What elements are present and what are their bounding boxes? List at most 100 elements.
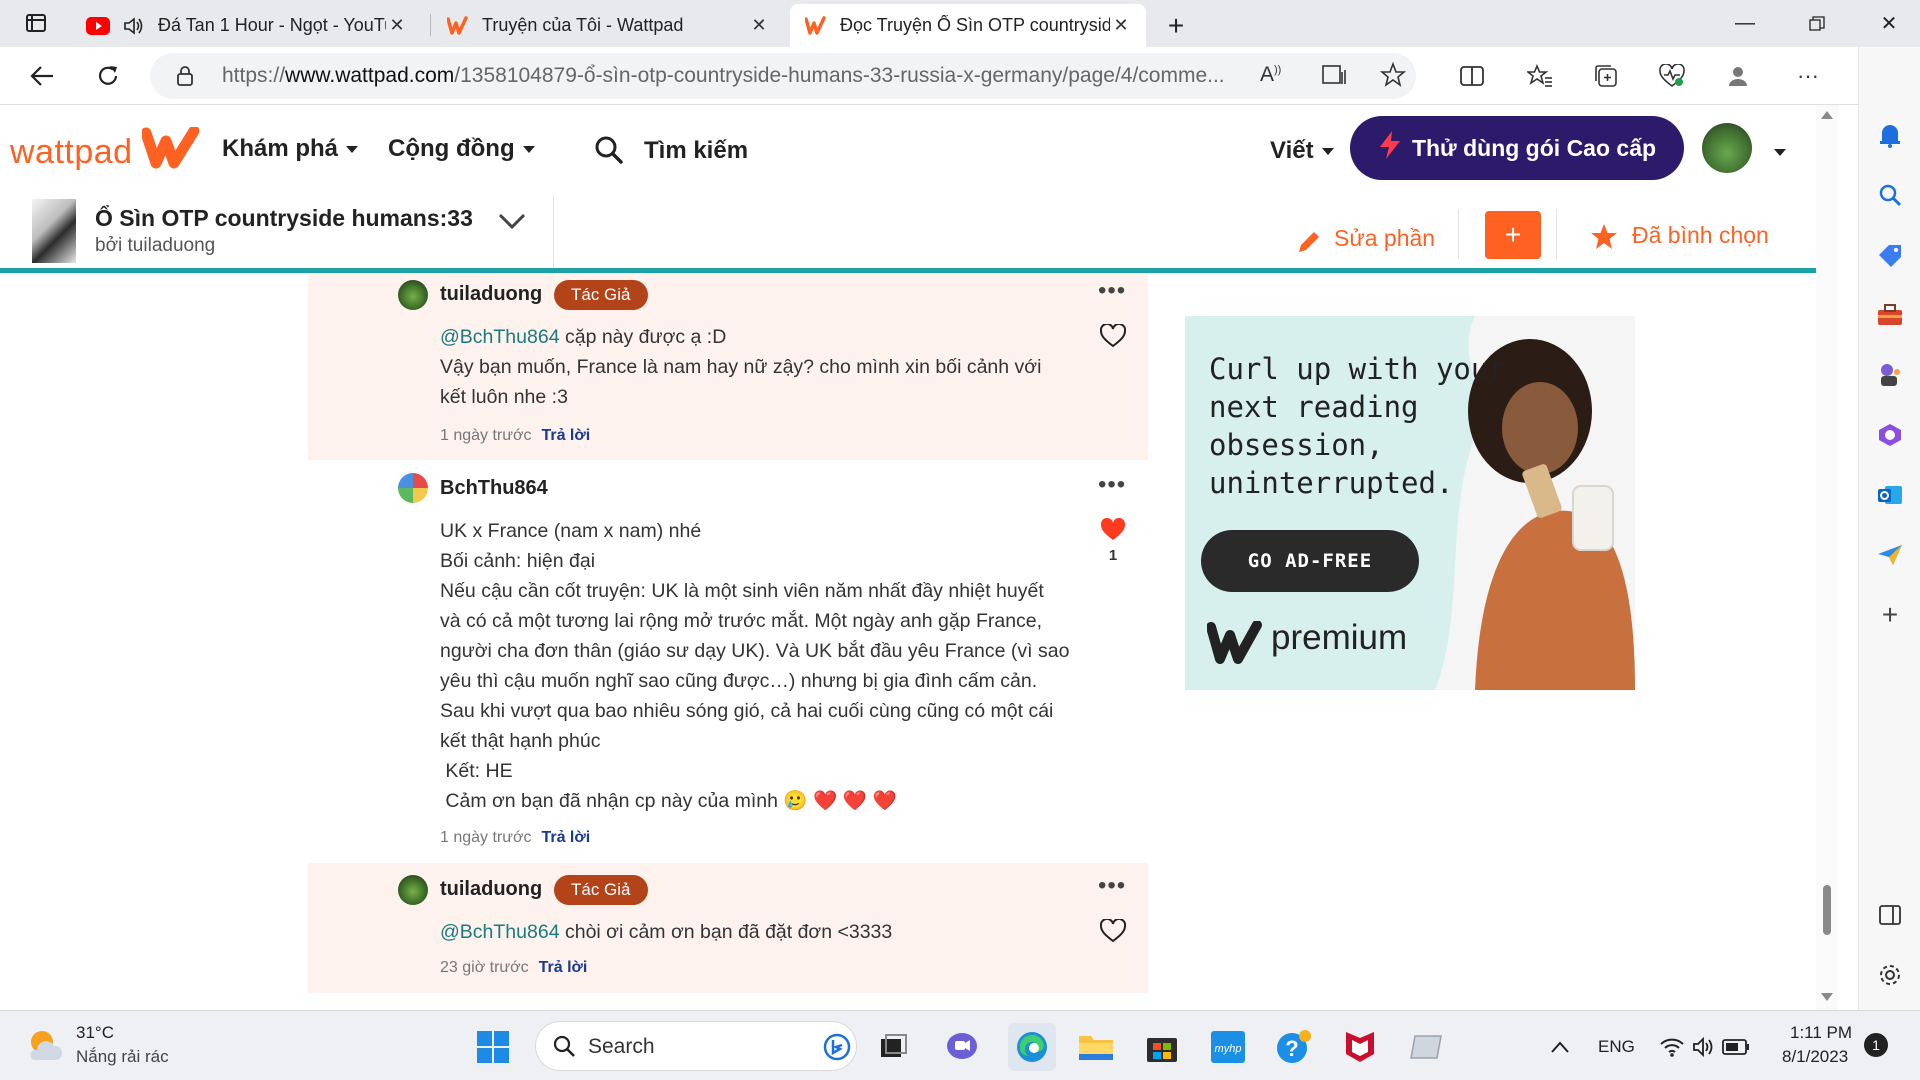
sidebar-toggle-icon[interactable] xyxy=(1874,899,1906,931)
bell-icon[interactable] xyxy=(1874,119,1906,151)
user-avatar[interactable] xyxy=(1702,123,1752,173)
wattpad-logo[interactable]: wattpad xyxy=(10,133,133,172)
profile-icon[interactable] xyxy=(1718,56,1758,96)
close-window-button[interactable]: ✕ xyxy=(1860,0,1918,47)
wattpad-w-icon[interactable] xyxy=(140,125,200,174)
tab-wattpad-my-stories[interactable]: Truyện của Tôi - Wattpad ✕ xyxy=(432,4,784,47)
close-icon[interactable]: ✕ xyxy=(1110,15,1132,36)
file-explorer-icon[interactable] xyxy=(1076,1027,1116,1067)
battery-icon[interactable] xyxy=(1716,1027,1756,1067)
comment-item: BchThu864 ••• UK x France (nam x nam) nh… xyxy=(308,460,1148,863)
comment-item: tuiladuong Tác Giả ••• @BchThu864 chòi ơ… xyxy=(308,863,1148,993)
close-icon[interactable]: ✕ xyxy=(748,15,770,36)
url-field[interactable]: https://www.wattpad.com/1358104879-ổ-sìn… xyxy=(150,53,1416,99)
lock-icon[interactable] xyxy=(176,65,194,92)
send-icon[interactable] xyxy=(1874,539,1906,571)
avatar[interactable] xyxy=(398,875,428,905)
notification-badge[interactable]: 1 xyxy=(1864,1033,1888,1057)
favorites-icon[interactable] xyxy=(1520,56,1560,96)
gear-icon[interactable] xyxy=(1874,959,1906,991)
scrollbar-thumb[interactable] xyxy=(1823,885,1831,935)
story-author[interactable]: bởi tuiladuong xyxy=(95,235,215,257)
taskbar-search[interactable]: Search xyxy=(535,1021,857,1071)
heart-filled-icon[interactable] xyxy=(1098,515,1128,545)
settings-more-icon[interactable]: ··· xyxy=(1788,56,1828,96)
restore-button[interactable] xyxy=(1788,0,1846,47)
close-icon[interactable]: ✕ xyxy=(386,15,408,36)
try-premium-button[interactable]: Thử dùng gói Cao cấp xyxy=(1350,116,1684,180)
search-icon xyxy=(552,1034,576,1063)
tab-wattpad-reading[interactable]: Đọc Truyện Ổ Sìn OTP countryside ✕ xyxy=(790,4,1146,47)
new-tab-button[interactable]: + xyxy=(1156,4,1196,47)
go-ad-free-button[interactable]: GO AD-FREE xyxy=(1201,530,1419,592)
scroll-down-icon[interactable] xyxy=(1821,993,1833,1001)
split-screen-icon[interactable] xyxy=(1452,56,1492,96)
reply-link[interactable]: Trả lời xyxy=(541,829,590,846)
reply-link[interactable]: Trả lời xyxy=(541,427,590,444)
reply-link[interactable]: Trả lời xyxy=(539,959,588,976)
app-icon[interactable] xyxy=(1406,1027,1446,1067)
nav-community[interactable]: Cộng đồng xyxy=(388,135,535,163)
mention-link[interactable]: @BchThu864 xyxy=(440,921,560,943)
weather-icon[interactable] xyxy=(24,1025,64,1065)
account-caret-icon[interactable] xyxy=(1774,149,1786,156)
story-title[interactable]: Ổ Sìn OTP countryside humans:33 xyxy=(95,205,473,232)
bing-icon[interactable] xyxy=(822,1032,852,1067)
comment-username[interactable]: tuiladuong xyxy=(440,283,542,306)
story-cover[interactable] xyxy=(32,199,76,263)
microsoft-store-icon[interactable] xyxy=(1142,1027,1182,1067)
more-options-icon[interactable]: ••• xyxy=(1098,471,1126,499)
language-indicator[interactable]: ENG xyxy=(1598,1037,1635,1057)
refresh-button[interactable] xyxy=(88,56,128,96)
shopping-tag-icon[interactable] xyxy=(1874,239,1906,271)
search-link[interactable]: Tìm kiếm xyxy=(644,137,748,165)
tab-actions-icon[interactable] xyxy=(16,3,56,43)
myhp-icon[interactable]: myhp xyxy=(1208,1027,1248,1067)
immersive-reader-icon[interactable] xyxy=(1322,64,1348,91)
avatar[interactable] xyxy=(398,473,428,503)
more-options-icon[interactable]: ••• xyxy=(1098,277,1126,305)
weather-desc: Nắng rải rác xyxy=(76,1047,169,1066)
premium-ad[interactable]: Curl up with your next reading obsession… xyxy=(1185,316,1635,690)
heart-outline-icon[interactable] xyxy=(1098,321,1128,351)
games-icon[interactable] xyxy=(1874,359,1906,391)
teams-chat-icon[interactable] xyxy=(942,1027,982,1067)
chevron-up-icon[interactable] xyxy=(1540,1027,1580,1067)
collections-icon[interactable] xyxy=(1586,56,1626,96)
add-icon[interactable]: + xyxy=(1874,599,1906,631)
minimize-button[interactable]: — xyxy=(1716,0,1774,47)
outlook-icon[interactable] xyxy=(1874,479,1906,511)
tab-youtube[interactable]: Đá Tan 1 Hour - Ngọt - YouTube ✕ xyxy=(72,4,422,47)
read-aloud-icon[interactable]: A)) xyxy=(1260,63,1281,87)
office-icon[interactable] xyxy=(1874,419,1906,451)
edit-part-link[interactable]: Sửa phần xyxy=(1334,225,1435,252)
clock-date[interactable]: 8/1/2023 xyxy=(1782,1047,1848,1067)
windows-start-icon[interactable] xyxy=(473,1027,513,1067)
page-scrollbar[interactable] xyxy=(1816,105,1838,1010)
voted-button[interactable]: Đã bình chọn xyxy=(1632,222,1769,249)
comment-username[interactable]: tuiladuong xyxy=(440,878,542,901)
comment-username[interactable]: BchThu864 xyxy=(440,477,548,500)
caret-down-icon xyxy=(1321,148,1334,156)
task-view-icon[interactable] xyxy=(874,1027,914,1067)
edge-icon[interactable] xyxy=(1008,1023,1056,1071)
favorite-star-icon[interactable] xyxy=(1379,61,1407,93)
back-button[interactable] xyxy=(22,56,62,96)
heart-outline-icon[interactable] xyxy=(1098,916,1128,946)
search-icon[interactable] xyxy=(1874,179,1906,211)
more-options-icon[interactable]: ••• xyxy=(1098,872,1126,900)
search-icon[interactable] xyxy=(594,135,624,170)
help-icon[interactable]: ? xyxy=(1274,1027,1314,1067)
speaker-icon[interactable] xyxy=(122,14,146,38)
browser-essentials-icon[interactable] xyxy=(1652,56,1692,96)
chevron-down-icon[interactable] xyxy=(496,211,528,236)
mention-link[interactable]: @BchThu864 xyxy=(440,326,560,348)
nav-discover[interactable]: Khám phá xyxy=(222,135,359,163)
clock-time[interactable]: 1:11 PM xyxy=(1790,1023,1852,1043)
add-to-list-button[interactable]: + xyxy=(1485,211,1541,259)
mcafee-icon[interactable] xyxy=(1340,1027,1380,1067)
scroll-up-icon[interactable] xyxy=(1821,111,1833,119)
toolbox-icon[interactable] xyxy=(1874,299,1906,331)
avatar[interactable] xyxy=(398,280,428,310)
write-menu[interactable]: Viết xyxy=(1270,137,1334,165)
